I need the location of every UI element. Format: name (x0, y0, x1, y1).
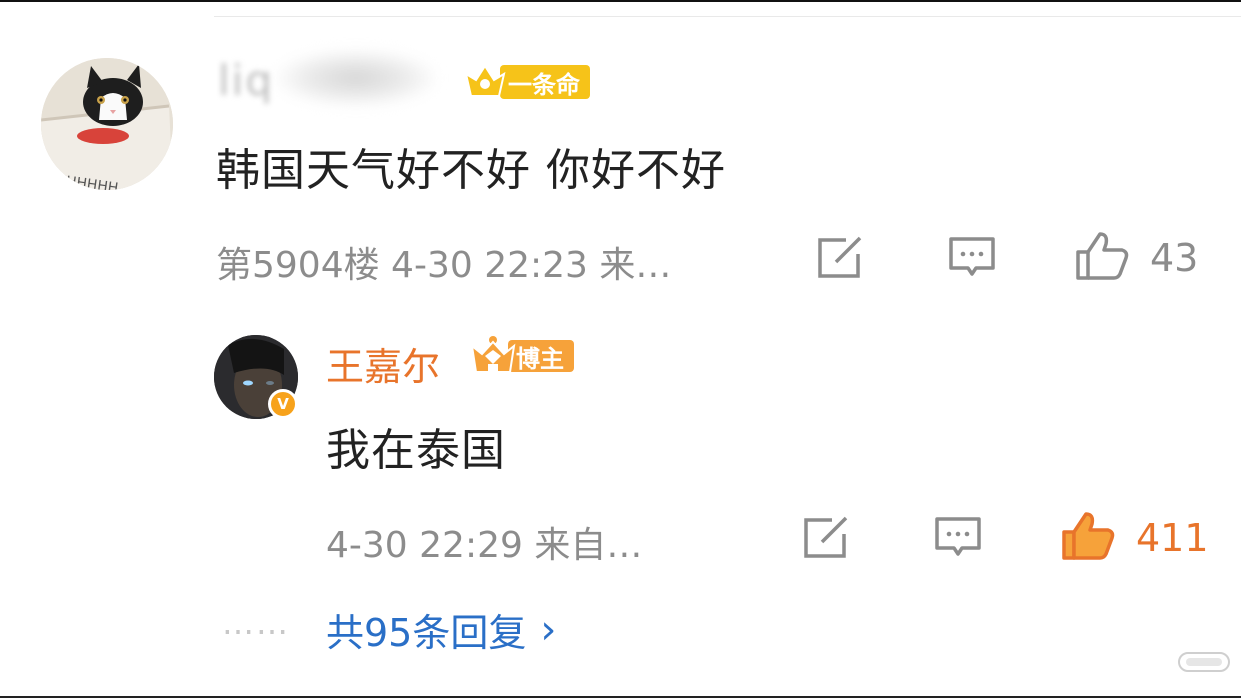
reply-like-icon-active[interactable] (1060, 508, 1116, 566)
fan-badge-label: 一条命 (500, 65, 590, 99)
comment-text: 韩国天气好不好 你好不好 (216, 145, 726, 196)
reply-text: 我在泰国 (326, 425, 506, 476)
view-all-replies-label: 共95条回复 (326, 611, 527, 655)
reply-share-icon[interactable] (802, 516, 850, 564)
cat-avatar-image: HHHHHH (41, 58, 173, 190)
reply-comment-icon[interactable] (934, 516, 982, 564)
fan-badge[interactable]: 一条命 (462, 62, 590, 102)
view-all-replies-link[interactable]: 共95条回复 › (326, 602, 556, 657)
more-dots: …… (222, 604, 290, 642)
comment-icon[interactable] (948, 236, 996, 284)
reply-like-count: 411 (1136, 516, 1209, 560)
username-blurred[interactable]: liq (216, 50, 456, 106)
crown-icon (470, 334, 516, 378)
watermark-icon (1178, 652, 1230, 672)
avatar[interactable]: HHHHHH (41, 58, 173, 190)
reply-username[interactable]: 王嘉尔 (326, 336, 440, 391)
verified-badge: V (268, 389, 298, 419)
fan-level-icon (462, 60, 508, 104)
like-icon[interactable] (1074, 230, 1130, 286)
frame-top-border (0, 0, 1241, 2)
divider (214, 16, 1241, 17)
blogger-badge[interactable]: 博主 (470, 336, 574, 376)
blogger-badge-label: 博主 (508, 340, 574, 373)
like-count: 43 (1150, 236, 1199, 280)
share-icon[interactable] (816, 236, 864, 284)
reply-meta: 4-30 22:29 来自… (326, 525, 643, 566)
comment-meta: 第5904楼 4-30 22:23 来… (216, 245, 672, 286)
chevron-right-icon: › (540, 606, 557, 653)
